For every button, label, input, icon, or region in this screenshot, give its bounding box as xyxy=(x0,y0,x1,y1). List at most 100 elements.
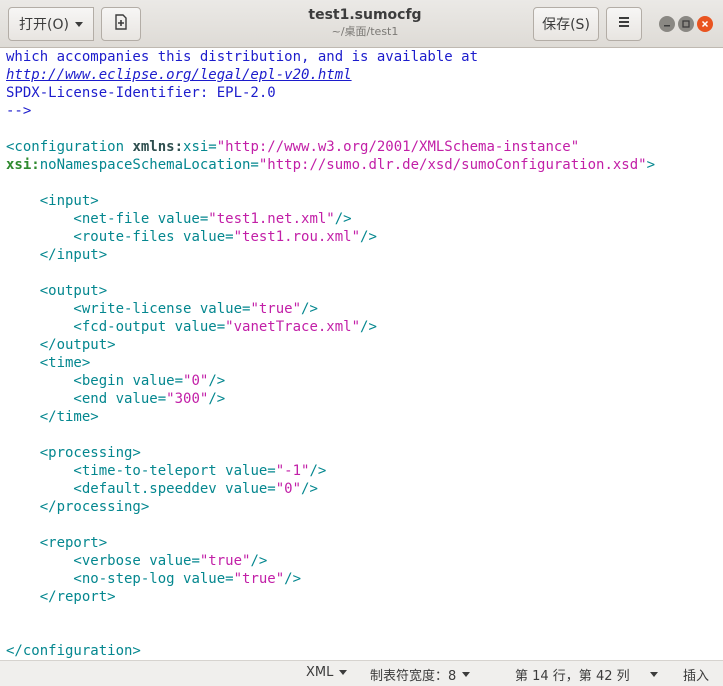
code-line: </processing> xyxy=(6,498,723,516)
code-token-tag: /> xyxy=(360,319,377,335)
code-token-tag: <input> xyxy=(6,193,99,209)
code-token-tag: <report> xyxy=(6,535,108,551)
hamburger-menu-icon xyxy=(617,15,631,33)
code-token-attr: value= xyxy=(132,373,184,389)
code-token-val: "true" xyxy=(250,301,302,317)
code-token-attr: value= xyxy=(199,301,251,317)
code-token-attr: value= xyxy=(157,211,209,227)
code-line: http://www.eclipse.org/legal/epl-v20.htm… xyxy=(6,66,723,84)
code-line: </input> xyxy=(6,246,723,264)
code-token-attr: value= xyxy=(183,229,234,245)
code-line: <fcd-output value="vanetTrace.xml"/> xyxy=(6,318,723,336)
code-line: <configuration xmlns:xsi="http://www.w3.… xyxy=(6,138,723,156)
code-token-tag: <fcd-output xyxy=(6,319,175,335)
code-token-tag: <net-file xyxy=(6,211,158,227)
save-button[interactable]: 保存(S) xyxy=(533,7,599,41)
close-icon xyxy=(701,20,709,28)
code-token-tag: <output> xyxy=(6,283,108,299)
language-label: XML xyxy=(306,665,334,680)
code-line: <end value="300"/> xyxy=(6,390,723,408)
code-token-val: "test1.net.xml" xyxy=(208,211,335,227)
code-token-tag: /> xyxy=(360,229,377,245)
code-token-tag: /> xyxy=(208,391,226,407)
open-button-label: 打开(O) xyxy=(19,17,69,33)
code-token-tag: /> xyxy=(309,463,327,479)
header-bar: 打开(O) test1.sumocfg ~/桌面/test1 保存(S) xyxy=(0,0,723,48)
chevron-down-icon xyxy=(74,21,83,27)
maximize-window-button[interactable] xyxy=(678,16,694,32)
language-selector[interactable]: XML xyxy=(306,665,348,680)
code-token-ns: xsi: xyxy=(6,157,40,173)
insert-mode-label: 插入 xyxy=(683,669,710,684)
code-token-tag: /> xyxy=(334,211,352,227)
tab-width-selector[interactable]: 制表符宽度：8 xyxy=(370,665,471,684)
code-token-val: "true" xyxy=(199,553,251,569)
code-token-tag: <verbose xyxy=(6,553,150,569)
open-button[interactable]: 打开(O) xyxy=(8,7,94,41)
code-token-val: "test1.rou.xml" xyxy=(233,229,361,245)
code-token-tag: <begin xyxy=(6,373,133,389)
code-token-comment: --> xyxy=(6,103,32,119)
close-window-button[interactable] xyxy=(697,16,713,32)
insert-mode-indicator[interactable]: 插入 xyxy=(683,665,709,684)
code-line: SPDX-License-Identifier: EPL-2.0 xyxy=(6,84,723,102)
code-token-attr: xsi= xyxy=(183,139,217,155)
code-token-tag: </time> xyxy=(6,409,99,425)
code-token-tag: /> xyxy=(250,553,268,569)
document-title: test1.sumocfg xyxy=(308,7,422,23)
code-line: <output> xyxy=(6,282,723,300)
minimize-icon xyxy=(663,20,671,28)
code-token-tag: <default.speeddev xyxy=(6,481,226,497)
code-token-val: "http://sumo.dlr.de/xsd/sumoConfiguratio… xyxy=(258,157,647,173)
code-token-tag: </input> xyxy=(6,247,108,263)
code-line: which accompanies this distribution, and… xyxy=(6,48,723,66)
code-line: <processing> xyxy=(6,444,723,462)
code-line: <time-to-teleport value="-1"/> xyxy=(6,462,723,480)
text-editor[interactable]: which accompanies this distribution, and… xyxy=(0,48,723,660)
cursor-position-selector[interactable]: 第 14 行，第 42 列 xyxy=(515,665,658,684)
code-token-tag: /> xyxy=(301,301,318,317)
code-token-tag: <processing> xyxy=(6,445,141,461)
menu-button[interactable] xyxy=(606,7,642,41)
code-token-attr: value= xyxy=(225,463,276,479)
code-token-val: "0" xyxy=(183,373,209,389)
document-path: ~/桌面/test1 xyxy=(331,25,399,38)
code-line: <net-file value="test1.net.xml"/> xyxy=(6,210,723,228)
code-token-attr: value= xyxy=(183,571,234,587)
code-token-tag: <configuration xyxy=(6,139,133,155)
code-token-tag: <time-to-teleport xyxy=(6,463,226,479)
code-token-attr: noNamespaceSchemaLocation= xyxy=(39,157,259,173)
code-line: <write-license value="true"/> xyxy=(6,300,723,318)
code-token-link[interactable]: http://www.eclipse.org/legal/epl-v20.htm… xyxy=(6,67,352,83)
code-line: </output> xyxy=(6,336,723,354)
code-token-val: "0" xyxy=(275,481,302,497)
code-token-attrb: xmlns: xyxy=(132,139,184,155)
status-bar: XML 制表符宽度：8 第 14 行，第 42 列 插入 xyxy=(0,660,723,686)
minimize-window-button[interactable] xyxy=(659,16,675,32)
window-title: test1.sumocfg ~/桌面/test1 xyxy=(240,6,490,40)
new-document-button[interactable] xyxy=(101,7,141,41)
code-token-tag: </processing> xyxy=(6,499,150,515)
cursor-position-label: 第 14 行，第 42 列 xyxy=(515,669,630,684)
code-token-comment: SPDX-License-Identifier: EPL-2.0 xyxy=(6,85,276,101)
code-token-attr: value= xyxy=(115,391,167,407)
code-token-val: "vanetTrace.xml" xyxy=(225,319,361,335)
code-token-tag: > xyxy=(646,157,656,173)
code-token-tag: <route-files xyxy=(6,229,184,245)
code-token-attr: value= xyxy=(174,319,226,335)
code-line: <default.speeddev value="0"/> xyxy=(6,480,723,498)
code-token-tag: <time> xyxy=(6,355,91,371)
code-token-attr: value= xyxy=(225,481,276,497)
code-line: <report> xyxy=(6,534,723,552)
chevron-down-icon xyxy=(339,670,348,675)
chevron-down-icon xyxy=(649,672,658,677)
code-token-tag: /> xyxy=(284,571,302,587)
code-token-tag: </configuration> xyxy=(6,643,141,659)
code-token-tag: /> xyxy=(301,481,318,497)
code-token-tag: </output> xyxy=(6,337,116,353)
